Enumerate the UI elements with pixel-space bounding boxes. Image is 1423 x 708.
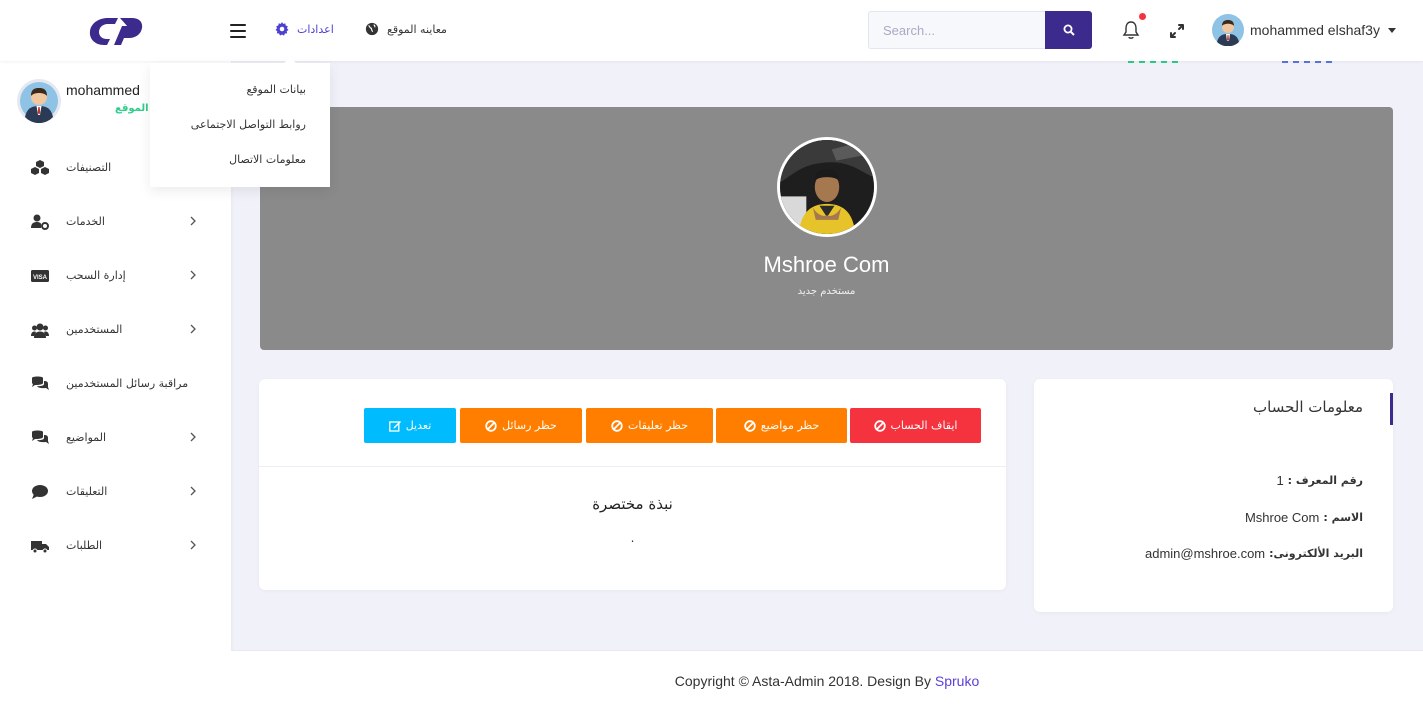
profile-banner: Mshroe Com مستخدم جديد — [260, 107, 1393, 350]
account-name-value: Mshroe Com — [1244, 510, 1320, 525]
visa-card-icon: VISA — [31, 270, 49, 282]
edit-button[interactable]: تعديل — [364, 408, 456, 443]
sidebar-item-label: مراقبة رسائل المستخدمين — [66, 377, 189, 390]
account-id-label: رقم المعرف : — [1287, 474, 1363, 487]
edit-label: تعديل — [405, 419, 432, 432]
chevron-right-icon — [190, 432, 196, 442]
account-name-label: الاسم : — [1323, 511, 1363, 524]
search-form — [868, 11, 1092, 49]
user-cog-icon — [31, 214, 49, 230]
dropdown-item-social-links[interactable]: روابط التواصل الاجتماعى — [191, 118, 306, 131]
ban-icon — [744, 419, 756, 432]
ban-topics-button[interactable]: حظر مواضيع — [716, 408, 847, 443]
profile-photo — [777, 137, 877, 237]
decorative-divider — [1128, 61, 1178, 63]
designer-link[interactable]: Spruko — [935, 673, 979, 689]
comment-icon — [32, 485, 48, 499]
avatar — [1212, 14, 1244, 46]
chevron-right-icon — [190, 216, 196, 226]
globe-icon — [365, 22, 379, 36]
profile-role: مستخدم جديد — [797, 286, 856, 297]
ban-comments-label: حظر تعليقات — [628, 419, 688, 432]
cubes-icon — [31, 160, 49, 175]
ban-messages-label: حظر رسائل — [502, 419, 557, 432]
sidebar-item-topics[interactable]: المواضيع — [0, 411, 231, 465]
gear-icon — [275, 22, 289, 36]
ban-icon — [873, 419, 886, 432]
chevron-down-icon — [1387, 27, 1396, 33]
chevron-right-icon — [190, 486, 196, 496]
svg-text:VISA: VISA — [33, 275, 48, 281]
settings-dropdown-menu: بيانات الموقع روابط التواصل الاجتماعى مع… — [150, 57, 330, 187]
profile-name: Mshroe Com — [763, 252, 890, 277]
search-input[interactable] — [868, 11, 1045, 49]
dropdown-item-site-data[interactable]: بيانات الموقع — [246, 83, 306, 96]
chevron-right-icon — [190, 270, 196, 280]
sidebar-item-label: الطلبات — [66, 539, 103, 552]
bio-title: نبذة مختصرة — [592, 495, 673, 513]
search-button[interactable] — [1045, 11, 1092, 49]
sidebar-item-label: الخدمات — [66, 215, 105, 228]
footer-text: Copyright © Asta-Admin 2018. Design By S… — [231, 673, 1423, 689]
account-info-title: معلومات الحساب — [1253, 398, 1363, 416]
account-id-value: 1 — [1276, 473, 1284, 488]
sidebar-item-label: المواضيع — [66, 431, 107, 444]
notification-dot — [1139, 13, 1146, 20]
suspend-account-label: ايقاف الحساب — [890, 419, 958, 432]
user-menu[interactable]: mohammed elshaf3y — [1212, 14, 1396, 46]
sidebar-item-withdrawals[interactable]: VISA إدارة السحب — [0, 249, 231, 303]
decorative-divider — [1282, 61, 1332, 63]
sidebar-user-name: mohammed — [66, 82, 140, 98]
sidebar-item-orders[interactable]: الطلبات — [0, 519, 231, 573]
footer: Copyright © Asta-Admin 2018. Design By S… — [231, 651, 1423, 708]
fullscreen-icon[interactable] — [1168, 22, 1186, 40]
edit-icon — [388, 420, 401, 432]
settings-nav-label: اعدادات — [297, 22, 334, 36]
sidebar-item-label: التصنيفات — [66, 161, 112, 174]
settings-nav-link[interactable]: اعدادات — [275, 22, 334, 36]
sidebar-item-label: إدارة السحب — [66, 269, 126, 282]
bio-text: . — [630, 531, 635, 545]
cpanel-logo[interactable] — [88, 12, 144, 48]
user-name: mohammed elshaf3y — [1250, 22, 1380, 38]
dropdown-item-contact-info[interactable]: معلومات الاتصال — [229, 153, 306, 166]
comments-icon — [32, 376, 49, 390]
sidebar-item-message-monitoring[interactable]: مراقبة رسائل المستخدمين — [0, 357, 231, 411]
chevron-right-icon — [190, 540, 196, 550]
chevron-right-icon — [190, 324, 196, 334]
preview-site-link[interactable]: معاينه الموقع — [365, 22, 447, 36]
menu-toggle-button[interactable] — [230, 24, 246, 38]
sidebar-item-services[interactable]: الخدمات — [0, 195, 231, 249]
ban-messages-button[interactable]: حظر رسائل — [460, 408, 582, 443]
ban-icon — [485, 419, 497, 432]
user-actions-card: ايقاف الحساب حظر مواضيع حظر تعليقات حظر … — [259, 379, 1006, 590]
preview-site-label: معاينه الموقع — [387, 22, 447, 36]
search-icon — [1063, 24, 1075, 36]
sidebar-item-label: المستخدمين — [66, 323, 123, 336]
avatar[interactable] — [17, 79, 61, 123]
ban-comments-button[interactable]: حظر تعليقات — [586, 408, 713, 443]
suspend-account-button[interactable]: ايقاف الحساب — [850, 408, 981, 443]
account-email-label: البريد الألكترونى: — [1269, 547, 1363, 560]
ban-topics-label: حظر مواضيع — [760, 419, 820, 432]
sidebar-item-users[interactable]: المستخدمين — [0, 303, 231, 357]
top-header: اعدادات معاينه الموقع Search... mohammed… — [0, 0, 1423, 61]
notification-bell-icon[interactable] — [1122, 20, 1140, 40]
account-info-card: معلومات الحساب رقم المعرف : 1 الاسم : Ms… — [1034, 379, 1393, 612]
truck-icon — [31, 541, 49, 554]
copyright-text: Copyright © Asta-Admin 2018. Design By — [674, 673, 931, 689]
account-id-row: رقم المعرف : 1 — [1276, 473, 1363, 488]
account-email-row: البريد الألكترونى: admin@mshroe.com — [1145, 546, 1363, 561]
divider — [259, 466, 1006, 467]
sidebar-item-label: التعليقات — [66, 485, 108, 498]
ban-icon — [611, 419, 623, 432]
sidebar-item-comments[interactable]: التعليقات — [0, 465, 231, 519]
title-accent-bar — [1390, 393, 1393, 425]
comments-icon — [32, 430, 49, 444]
account-email-value: admin@mshroe.com — [1145, 546, 1266, 561]
account-name-row: الاسم : Mshroe Com — [1245, 510, 1363, 525]
users-icon — [31, 323, 49, 338]
sidebar-menu: التصنيفات الخدمات VISA إدارة السحب المست… — [0, 141, 231, 573]
